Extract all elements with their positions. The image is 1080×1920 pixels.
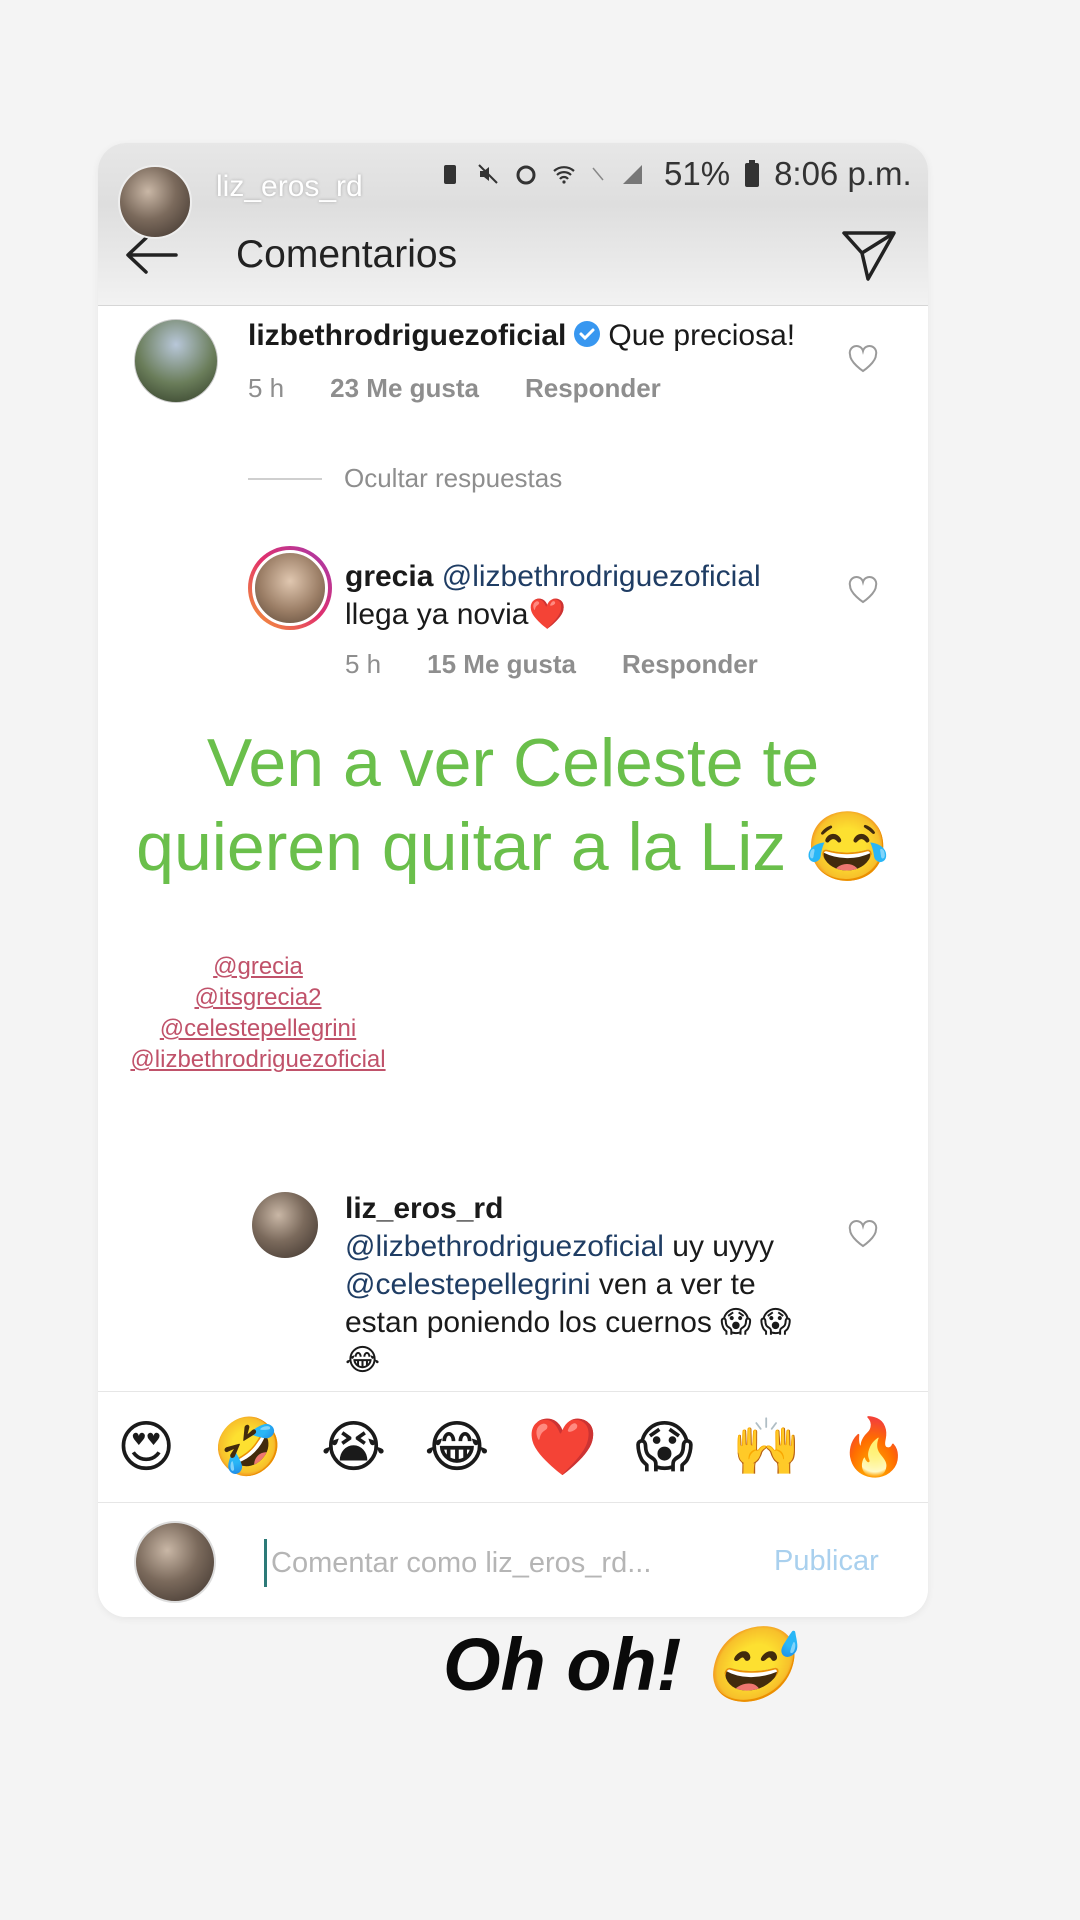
reply-button[interactable]: Responder — [525, 373, 661, 404]
tag-link[interactable]: @celestepellegrini — [98, 1013, 418, 1044]
reply-button[interactable]: Responder — [622, 649, 758, 680]
mute-icon — [476, 162, 500, 186]
comment-text: llega ya novia❤️ — [345, 598, 566, 631]
hide-replies-label: Ocultar respuestas — [344, 463, 563, 493]
emoji-rofl[interactable]: 🤣 — [213, 1414, 283, 1480]
story-text-overlay: Ven a ver Celeste te quieren quitar a la… — [98, 721, 928, 889]
emoji-quick-bar: 😍 🤣 😭 😂 ❤️ 😱 🙌 🔥 — [98, 1391, 928, 1503]
comment-meta: 5 h 15 Me gusta Responder — [345, 649, 758, 680]
like-heart-icon[interactable] — [848, 576, 878, 604]
mention-tags: @grecia @itsgrecia2 @celestepellegrini @… — [98, 951, 418, 1075]
tag-link[interactable]: @grecia — [98, 951, 418, 982]
comment-likes[interactable]: 23 Me gusta — [330, 373, 479, 404]
nfc-icon — [590, 162, 606, 186]
emoji-fire[interactable]: 🔥 — [839, 1414, 909, 1480]
tag-link[interactable]: @itsgrecia2 — [98, 982, 418, 1013]
signal-icon — [620, 162, 644, 186]
emoji-red-heart[interactable]: ❤️ — [528, 1414, 598, 1480]
mention-link[interactable]: @lizbethrodriguezoficial — [442, 560, 761, 593]
story-user[interactable]: liz_eros_rd — [118, 165, 363, 239]
comment-input-row: Publicar — [98, 1503, 928, 1617]
comment-input[interactable] — [264, 1539, 743, 1587]
avatar-image — [252, 550, 328, 626]
comment-text: Que preciosa! — [608, 319, 796, 352]
avatar[interactable] — [252, 1192, 318, 1258]
publish-button[interactable]: Publicar — [774, 1545, 879, 1578]
emoji-crying[interactable]: 😭 — [321, 1414, 386, 1480]
comment-username[interactable]: liz_eros_rd — [345, 1192, 503, 1225]
divider — [248, 477, 322, 480]
comment-meta: 5 h 23 Me gusta Responder — [248, 373, 661, 404]
comment-time: 5 h — [345, 649, 382, 679]
overlay-line-1: Ven a ver Celeste te — [206, 725, 820, 801]
battery-saver-icon — [438, 162, 462, 186]
status-icons: 51% 8:06 p.m. — [438, 155, 912, 193]
story-username[interactable]: liz_eros_rd — [216, 170, 363, 204]
avatar[interactable] — [248, 546, 332, 630]
mention-link[interactable]: @celestepellegrini — [345, 1268, 591, 1301]
emoji-joy[interactable]: 😂 — [424, 1414, 489, 1480]
send-icon[interactable] — [840, 229, 898, 283]
emoji-scream[interactable]: 😱 — [635, 1414, 693, 1480]
tag-link[interactable]: @lizbethrodriguezoficial — [98, 1044, 418, 1075]
battery-percent: 51% — [664, 155, 731, 192]
comment-text: uy uyyy — [663, 1230, 774, 1263]
like-heart-icon[interactable] — [848, 1220, 878, 1248]
emoji-heart-eyes[interactable]: 😍 — [117, 1414, 175, 1480]
verified-badge-icon — [572, 319, 602, 349]
overlay-line-2: quieren quitar a la Liz 😂 — [136, 809, 890, 885]
status-time: 8:06 p.m. — [774, 155, 912, 192]
mention-link[interactable]: @lizbethrodriguezoficial — [345, 1230, 664, 1263]
screenshot-card: 51% 8:06 p.m. Comentarios lizbethrodrigu… — [98, 143, 928, 1617]
comment-likes[interactable]: 15 Me gusta — [427, 649, 576, 680]
page-title: Comentarios — [236, 233, 458, 276]
alarm-icon — [514, 162, 538, 186]
comment-username[interactable]: grecia — [345, 560, 433, 593]
like-heart-icon[interactable] — [848, 345, 878, 373]
story-avatar[interactable] — [118, 165, 192, 239]
wifi-icon — [552, 162, 576, 186]
avatar[interactable] — [134, 319, 218, 403]
avatar — [134, 1521, 216, 1603]
battery-icon — [744, 159, 760, 189]
emoji-raised-hands[interactable]: 🙌 — [732, 1414, 802, 1480]
hide-replies-button[interactable]: Ocultar respuestas — [248, 463, 562, 494]
comment-username[interactable]: lizbethrodriguezoficial — [248, 319, 566, 352]
story-caption: Oh oh! 😅 — [443, 1623, 795, 1706]
comment-time: 5 h — [248, 373, 285, 403]
